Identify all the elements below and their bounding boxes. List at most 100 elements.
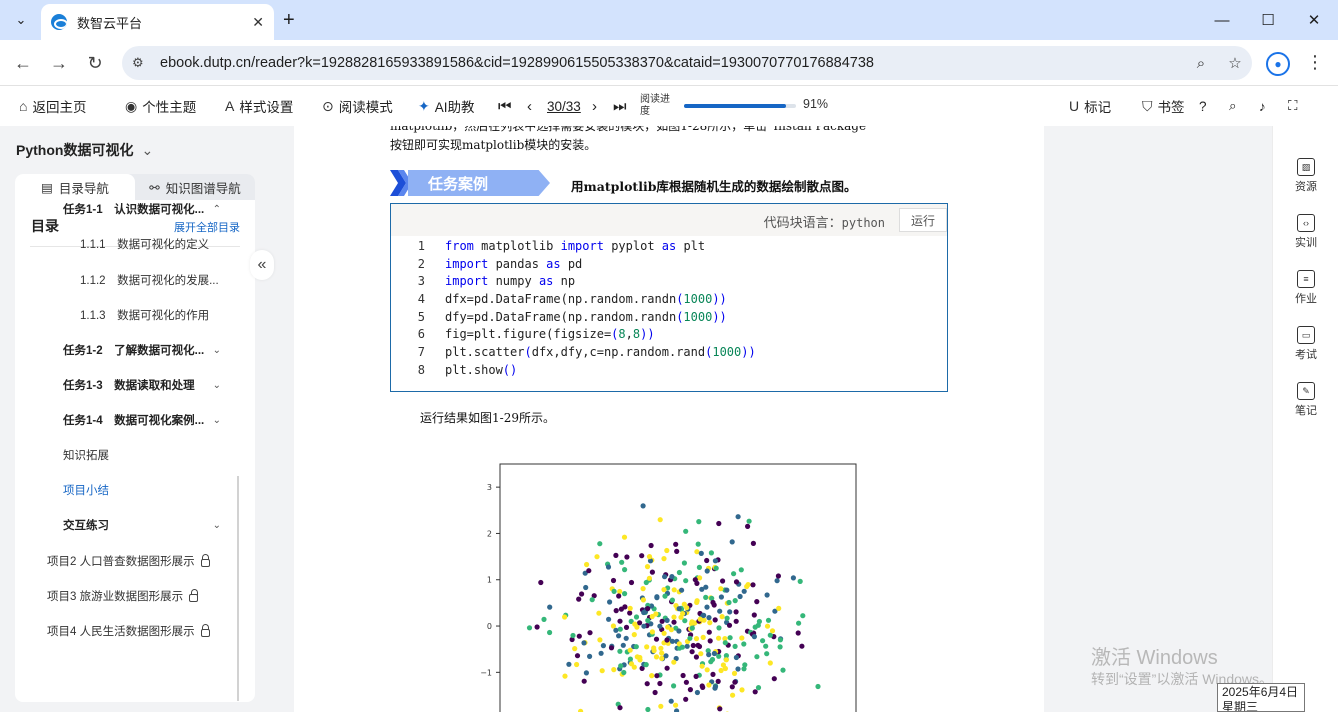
scatter-point [653, 654, 660, 660]
toc-item[interactable]: 1.1.3 数据可视化的作用 [15, 304, 235, 326]
scatter-point [733, 654, 739, 661]
scatter-point [683, 696, 689, 702]
last-page-icon[interactable]: ⏭ [613, 86, 627, 126]
rail-notes-button[interactable]: ✎ 笔记 [1273, 382, 1338, 418]
scatter-point [683, 528, 689, 534]
rail-homework-button[interactable]: ≡ 作业 [1273, 270, 1338, 306]
fullscreen-icon[interactable]: ⛶ [1288, 86, 1297, 126]
scatter-point [617, 626, 623, 632]
ai-assistant-button[interactable]: ✦ AI助教 [418, 86, 475, 126]
chevron-up-icon[interactable]: ⌃ [213, 204, 221, 215]
scatter-point [713, 565, 719, 571]
code-block-header: 代码块语言：python 运行 [391, 204, 947, 236]
scatter-point [698, 651, 704, 657]
code-token: ( [524, 344, 532, 359]
scatter-point [611, 667, 617, 673]
first-page-icon[interactable]: ⏮ [498, 86, 512, 126]
toc-item[interactable]: 任务1-3 数据读取和处理 ⌄ [15, 374, 235, 396]
bookmarks-button[interactable]: ⛉ 书签 [1142, 86, 1185, 126]
window-maximize-icon[interactable]: ☐ [1245, 0, 1291, 40]
url-text[interactable]: ebook.dutp.cn/reader?k=19288281659338915… [160, 55, 1184, 71]
book-title[interactable]: Python数据可视化 ⌄ [16, 140, 153, 160]
toc-scrollbar[interactable] [237, 476, 239, 701]
style-settings-button[interactable]: A 样式设置 [225, 86, 293, 126]
notification-bell-icon[interactable]: ♪ [1259, 86, 1266, 126]
reload-icon[interactable]: ↻ [82, 50, 108, 76]
read-mode-button[interactable]: ⊙ 阅读模式 [322, 86, 393, 126]
theme-button[interactable]: ◉ 个性主题 [125, 86, 196, 126]
window-close-icon[interactable]: ✕ [1291, 0, 1337, 40]
prev-page-chevron-icon[interactable]: ‹ [527, 86, 532, 126]
scatter-point [754, 654, 760, 660]
bookmark-star-icon[interactable]: ☆ [1218, 54, 1252, 72]
code-token: )) [741, 344, 756, 359]
scatter-point [607, 599, 613, 605]
search-icon[interactable]: ⌕ [1229, 86, 1237, 126]
zoom-search-icon[interactable]: ⌕ [1184, 55, 1218, 72]
run-result-text: 运行结果如图1-29所示。 [420, 411, 555, 425]
toc-item[interactable]: 交互练习 ⌄ [15, 514, 235, 536]
chevron-down-icon[interactable]: ⌄ [213, 415, 221, 426]
window-minimize-icon[interactable]: — [1199, 0, 1245, 40]
scatter-point [774, 578, 780, 584]
new-tab-plus-icon[interactable]: + [283, 8, 295, 32]
tab-close-icon[interactable]: ✕ [252, 14, 264, 31]
omnibox[interactable]: ⚙ ebook.dutp.cn/reader?k=192882816593389… [122, 46, 1252, 80]
toc-item[interactable]: 项目小结 [15, 479, 235, 501]
run-code-button[interactable]: 运行 [899, 208, 947, 232]
scatter-point [622, 591, 628, 597]
scatter-point [671, 587, 677, 593]
back-arrow-icon[interactable]: ← [10, 50, 36, 76]
tab-knowledge-graph[interactable]: ⚯ 知识图谱导航 [135, 174, 255, 200]
code-lines[interactable]: 1 from matplotlib import pyplot as plt 2 im… [391, 237, 947, 379]
next-page-chevron-icon[interactable]: › [592, 86, 597, 126]
chevron-down-icon[interactable]: ⌄ [213, 345, 221, 356]
toc-item[interactable]: 项目4 人民生活数据图形展示 [15, 620, 235, 642]
rail-code-button[interactable]: ‹› 实训 [1273, 214, 1338, 250]
tab-toc[interactable]: ▤ 目录导航 [15, 174, 135, 200]
scatter-point [640, 503, 646, 509]
page-indicator[interactable]: 30/33 [547, 86, 581, 126]
scatter-point [624, 554, 630, 560]
collapse-sidebar-icon[interactable]: « [250, 250, 274, 280]
toc-item[interactable]: 1.1.1 数据可视化的定义 [15, 233, 235, 255]
rail-image-button[interactable]: ▨ 资源 [1273, 158, 1338, 194]
toc-item-label: 项目3 旅游业数据图形展示 [47, 591, 184, 603]
scatter-point [726, 599, 732, 606]
scatter-point [596, 610, 602, 616]
scatter-point [623, 635, 629, 641]
browser-tab[interactable]: 数智云平台 ✕ [41, 4, 274, 40]
help-icon[interactable]: ? [1199, 86, 1207, 126]
reader-toolbar: ⌂ 返回主页 ◉ 个性主题 A 样式设置 ⊙ 阅读模式 ✦ AI助教 ⏮ ‹ 3… [0, 86, 1338, 126]
scatter-point [671, 619, 677, 625]
tab-search-chevron-icon[interactable]: ⌄ [8, 8, 34, 32]
profile-avatar-icon[interactable]: ● [1266, 52, 1290, 76]
toc-item[interactable]: 任务1-2 了解数据可视化... ⌄ [15, 339, 235, 361]
toc-item[interactable]: 任务1-4 数据可视化案例... ⌄ [15, 409, 235, 431]
scatter-point [754, 599, 760, 605]
browser-menu-icon[interactable]: ⋮ [1306, 52, 1324, 73]
toc-item[interactable]: 项目2 人口普查数据图形展示 [15, 550, 235, 572]
toc-item[interactable]: 任务1-1 认识数据可视化... ⌃ [15, 198, 235, 220]
back-home-button[interactable]: ⌂ 返回主页 [19, 86, 86, 126]
scatter-point [727, 609, 733, 615]
marks-button[interactable]: U 标记 [1069, 86, 1111, 126]
scatter-point [700, 634, 706, 640]
code-token: plt [676, 238, 706, 253]
toc-item[interactable]: 1.1.2 数据可视化的发展... [15, 269, 235, 291]
scatter-point [719, 614, 725, 620]
scatter-point [731, 571, 737, 577]
chevron-down-icon[interactable]: ⌄ [213, 380, 221, 391]
code-token: dfy=pd.DataFrame(np.random.randn [445, 309, 677, 324]
site-info-icon[interactable]: ⚙ [132, 55, 154, 71]
scatter-point [633, 644, 639, 650]
toc-item[interactable]: 项目3 旅游业数据图形展示 [15, 585, 235, 607]
style-label: 样式设置 [239, 100, 294, 115]
toc-item[interactable]: 知识拓展 [15, 444, 235, 466]
y-tick-label: 0 [487, 622, 492, 631]
chevron-down-icon[interactable]: ⌄ [213, 520, 221, 531]
scatter-point [644, 644, 650, 650]
forward-arrow-icon[interactable]: → [46, 50, 72, 76]
rail-exam-button[interactable]: ▭ 考试 [1273, 326, 1338, 362]
scatter-point [722, 640, 728, 646]
